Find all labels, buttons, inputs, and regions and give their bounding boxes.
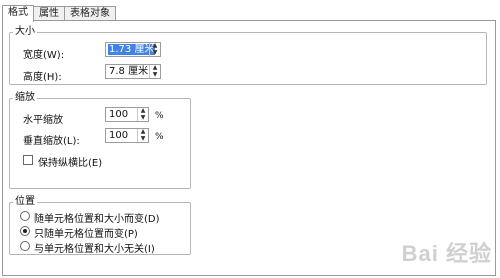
radio-move-only-label[interactable]: 只随单元格位置而变(P)	[34, 225, 138, 240]
vertical-spin-arrows[interactable]: ▲ ▼	[137, 129, 148, 142]
horizontal-scale-spinner[interactable]: 100 ▲ ▼	[105, 107, 149, 122]
height-down-icon[interactable]: ▼	[150, 71, 160, 79]
width-spinner[interactable]: 1.73 厘米 ▲ ▼	[105, 42, 161, 57]
horizontal-scale-label: 水平缩放	[23, 115, 63, 126]
width-label: 宽度(W):	[23, 50, 65, 61]
vertical-percent-unit: %	[155, 132, 164, 142]
horizontal-spin-arrows[interactable]: ▲ ▼	[137, 108, 148, 121]
lock-aspect-ratio-label[interactable]: 保持纵横比(E)	[38, 154, 102, 169]
height-value[interactable]: 7.8 厘米	[108, 66, 149, 77]
height-spin-arrows[interactable]: ▲ ▼	[149, 65, 160, 78]
size-group: 大小	[9, 27, 487, 85]
tab-properties[interactable]: 属性	[33, 6, 65, 21]
vertical-down-icon[interactable]: ▼	[138, 135, 148, 143]
width-spin-arrows[interactable]: ▲ ▼	[149, 43, 160, 56]
horizontal-scale-value[interactable]: 100	[108, 109, 129, 120]
radio-move-only[interactable]	[20, 226, 30, 236]
format-dialog: 格式 属性 表格对象 大小 宽度(W): 1.73 厘米 ▲ ▼ 高度(H): …	[0, 0, 500, 278]
tab-strip: 格式 属性 表格对象	[2, 5, 116, 22]
height-label: 高度(H):	[23, 72, 62, 83]
horizontal-percent-unit: %	[155, 111, 164, 121]
width-down-icon[interactable]: ▼	[150, 49, 160, 57]
lock-aspect-ratio-checkbox[interactable]	[23, 155, 33, 165]
vertical-scale-spinner[interactable]: 100 ▲ ▼	[105, 128, 149, 143]
tab-format[interactable]: 格式	[2, 5, 34, 22]
radio-move-and-size-label[interactable]: 随单元格位置和大小而变(D)	[34, 210, 160, 225]
vertical-scale-label: 垂直缩放(L):	[23, 136, 80, 147]
watermark-logo: Bai 经验	[401, 241, 492, 266]
tab-table-object[interactable]: 表格对象	[64, 6, 116, 21]
radio-free-floating[interactable]	[20, 241, 30, 251]
radio-free-floating-label[interactable]: 与单元格位置和大小无关(I)	[34, 240, 155, 255]
radio-move-and-size[interactable]	[20, 211, 30, 221]
height-spinner[interactable]: 7.8 厘米 ▲ ▼	[105, 64, 161, 79]
scale-group-title: 缩放	[15, 92, 35, 103]
vertical-scale-value[interactable]: 100	[108, 130, 129, 141]
position-group-title: 位置	[15, 196, 35, 207]
size-group-title: 大小	[15, 26, 35, 37]
horizontal-down-icon[interactable]: ▼	[138, 114, 148, 122]
